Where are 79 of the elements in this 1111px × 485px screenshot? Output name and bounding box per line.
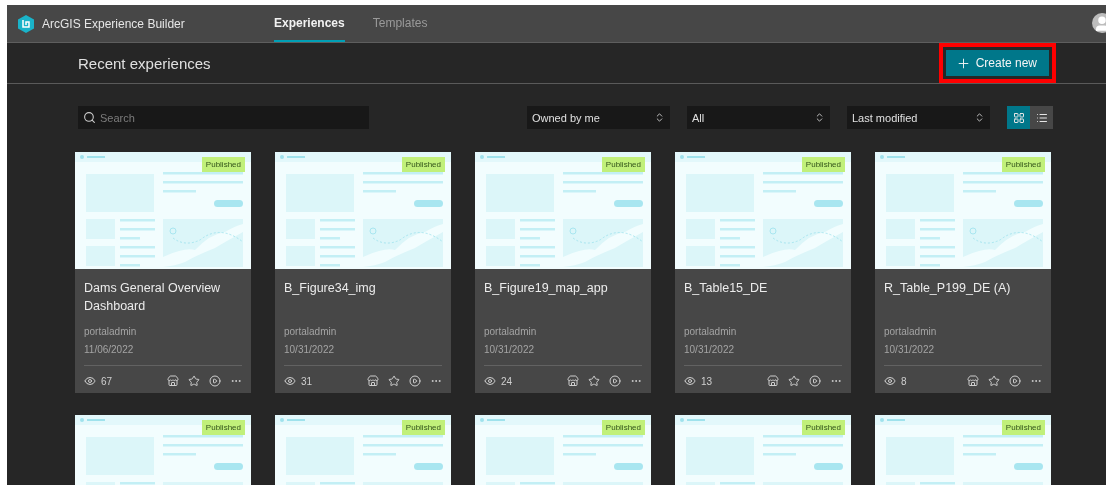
status-badge: Published xyxy=(401,420,445,435)
store-icon[interactable] xyxy=(767,375,779,387)
status-badge: Published xyxy=(401,157,445,172)
play-icon[interactable] xyxy=(1009,375,1021,387)
search-field[interactable]: Search xyxy=(78,106,369,129)
eye-icon xyxy=(284,375,296,387)
play-icon[interactable] xyxy=(409,375,421,387)
experience-card[interactable]: Published B_Figure19_map_app portaladmin 10/31/2022 24 xyxy=(475,152,651,393)
dropdown-caret-icon xyxy=(654,112,665,123)
card-owner: portaladmin xyxy=(284,325,338,339)
status-badge: Published xyxy=(1001,157,1045,172)
card-date: 10/31/2022 xyxy=(884,343,936,357)
experience-card[interactable]: Published xyxy=(875,415,1051,485)
card-title: B_Table15_DE xyxy=(684,280,769,297)
card-owner: portaladmin xyxy=(84,325,138,339)
eye-icon xyxy=(684,375,696,387)
search-icon xyxy=(83,111,96,124)
card-date: 10/31/2022 xyxy=(284,343,336,357)
view-count: 13 xyxy=(701,375,714,387)
experience-card[interactable]: Published R_Table_P199_DE (A) portaladmin 10/31/2022 8 xyxy=(875,152,1051,393)
card-owner: portaladmin xyxy=(484,325,538,339)
star-icon[interactable] xyxy=(588,375,600,387)
grid-view-button[interactable] xyxy=(1007,106,1030,129)
filter-dropdown[interactable]: Last modified xyxy=(847,106,990,129)
status-badge: Published xyxy=(601,420,645,435)
play-icon[interactable] xyxy=(609,375,621,387)
view-count: 31 xyxy=(301,375,314,387)
nav-tab[interactable]: Experiences xyxy=(274,5,345,42)
card-owner: portaladmin xyxy=(884,325,938,339)
store-icon[interactable] xyxy=(567,375,579,387)
star-icon[interactable] xyxy=(988,375,1000,387)
experience-card[interactable]: Published B_Figure34_img portaladmin 10/31/2022 31 xyxy=(275,152,451,393)
status-badge: Published xyxy=(801,420,845,435)
star-icon[interactable] xyxy=(788,375,800,387)
card-title: Dams General Overview Dashboard xyxy=(84,280,222,315)
list-icon xyxy=(1035,111,1048,124)
view-count: 8 xyxy=(901,375,908,387)
play-icon[interactable] xyxy=(209,375,221,387)
app-logo-icon xyxy=(18,14,34,33)
star-icon[interactable] xyxy=(388,375,400,387)
user-avatar-icon[interactable] xyxy=(1092,13,1106,33)
page-title: Recent experiences xyxy=(78,54,211,72)
view-count: 67 xyxy=(101,375,114,387)
eye-icon xyxy=(884,375,896,387)
eye-icon xyxy=(84,375,96,387)
status-badge: Published xyxy=(201,420,245,435)
status-badge: Published xyxy=(601,157,645,172)
experience-card[interactable]: Published xyxy=(675,415,851,485)
status-badge: Published xyxy=(801,157,845,172)
dropdown-caret-icon xyxy=(974,112,985,123)
star-icon[interactable] xyxy=(188,375,200,387)
dropdown-caret-icon xyxy=(814,112,825,123)
card-title: R_Table_P199_DE (A) xyxy=(884,280,1012,297)
card-title: B_Figure19_map_app xyxy=(484,280,609,297)
experience-card[interactable]: Published xyxy=(275,415,451,485)
experience-card[interactable]: Published B_Table15_DE portaladmin 10/31/2022 13 xyxy=(675,152,851,393)
app-title: ArcGIS Experience Builder xyxy=(42,16,186,31)
filter-dropdown[interactable]: Owned by me xyxy=(527,106,670,129)
view-count: 24 xyxy=(501,375,514,387)
plus-icon xyxy=(955,55,971,71)
card-date: 10/31/2022 xyxy=(484,343,536,357)
list-view-button[interactable] xyxy=(1030,106,1053,129)
eye-icon xyxy=(484,375,496,387)
experience-card[interactable]: Published xyxy=(75,415,251,485)
card-owner: portaladmin xyxy=(684,325,738,339)
experience-card[interactable]: Published Dams General Overview Dashboard portaladmin 11/06/2022 67 xyxy=(75,152,251,393)
store-icon[interactable] xyxy=(167,375,179,387)
card-date: 11/06/2022 xyxy=(84,343,135,357)
card-date: 10/31/2022 xyxy=(684,343,736,357)
status-badge: Published xyxy=(201,157,245,172)
card-title: B_Figure34_img xyxy=(284,280,377,297)
create-new-button[interactable]: Create new xyxy=(945,50,1049,76)
store-icon[interactable] xyxy=(367,375,379,387)
filter-dropdown[interactable]: All xyxy=(687,106,830,129)
grid-icon xyxy=(1012,111,1025,124)
play-icon[interactable] xyxy=(809,375,821,387)
experience-card[interactable]: Published xyxy=(475,415,651,485)
store-icon[interactable] xyxy=(967,375,979,387)
status-badge: Published xyxy=(1001,420,1045,435)
